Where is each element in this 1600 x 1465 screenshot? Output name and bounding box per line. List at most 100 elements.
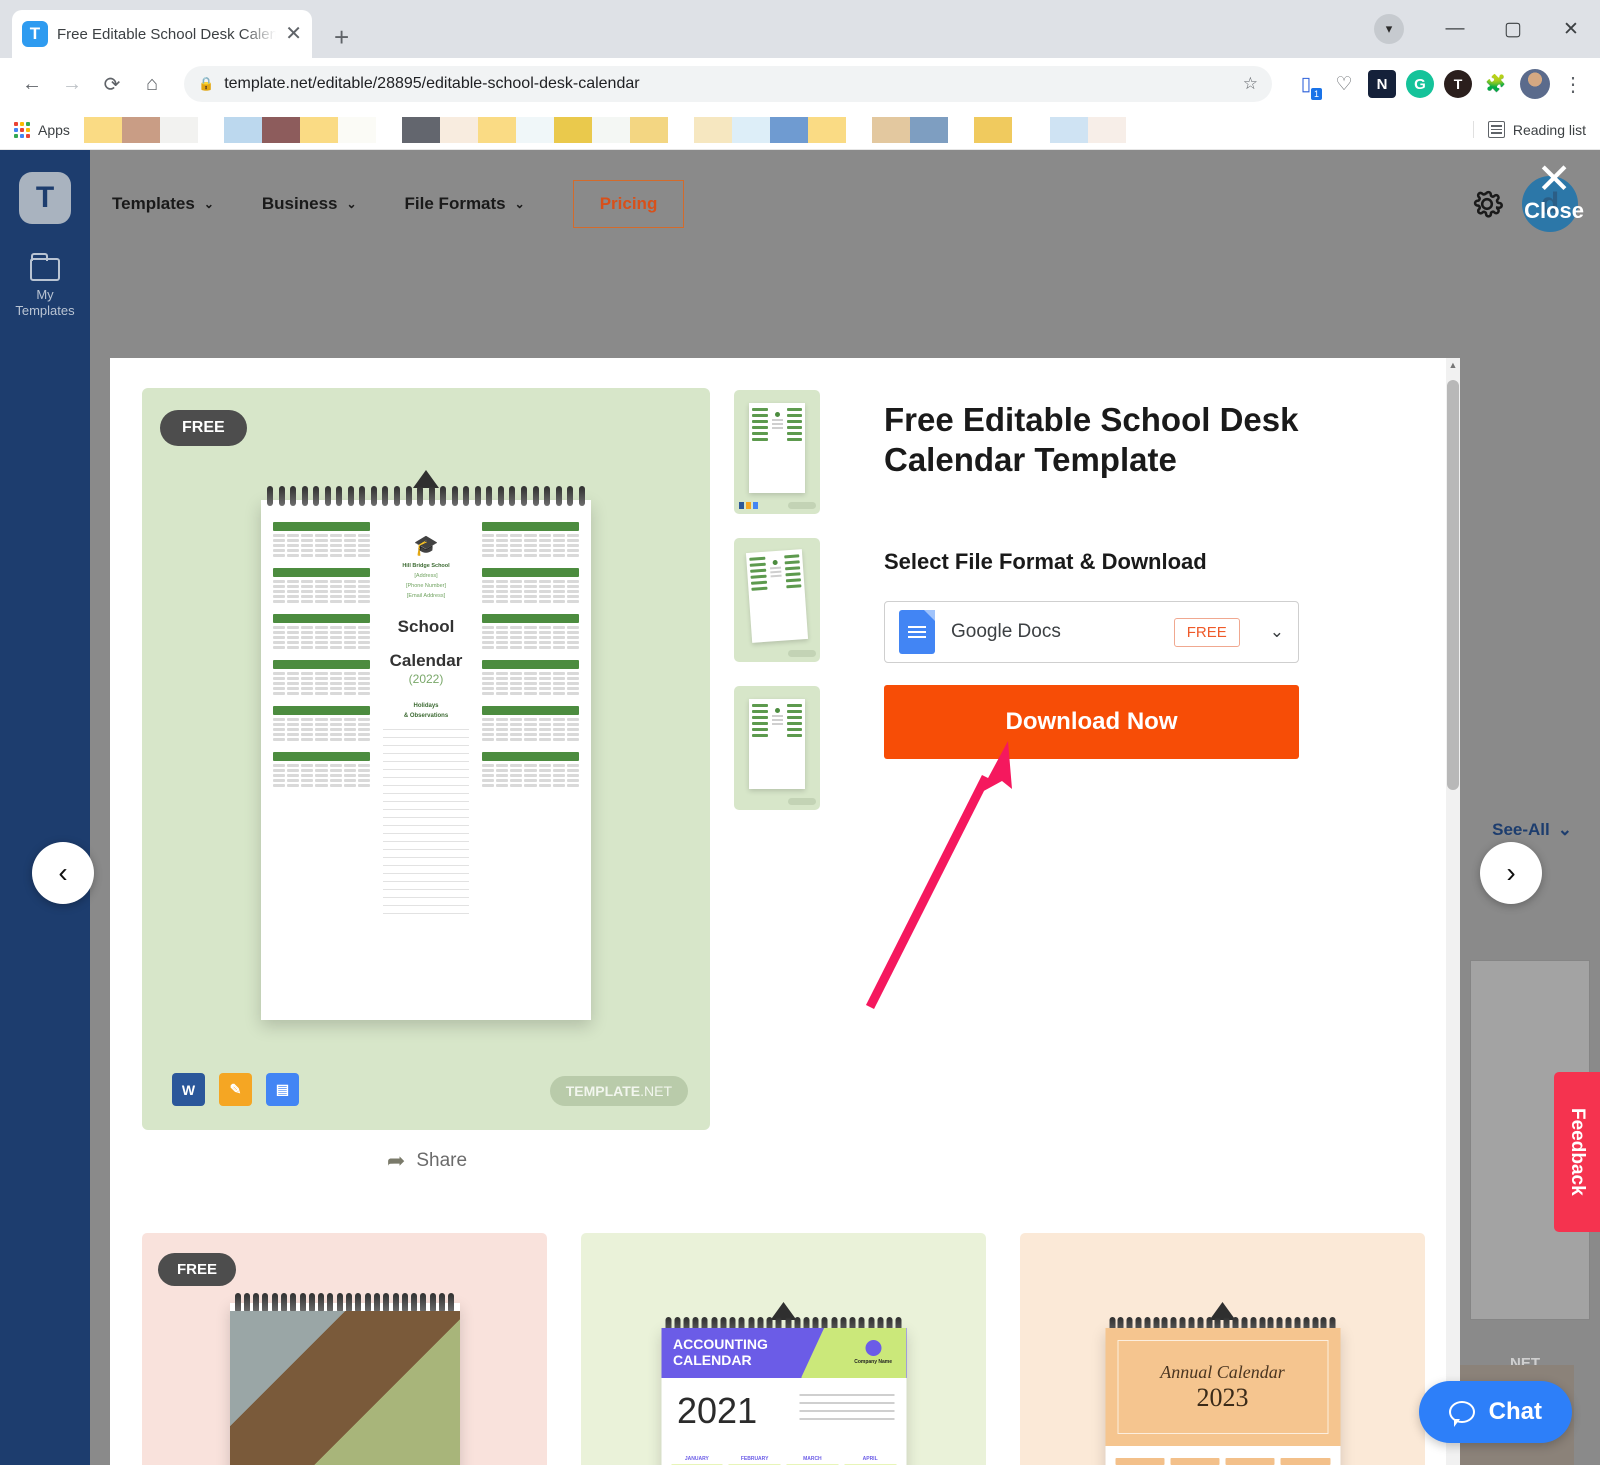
new-tab-icon[interactable]: + bbox=[334, 24, 349, 50]
thumbnail-watermark bbox=[788, 502, 816, 509]
nav-file-formats[interactable]: File Formats ⌄ bbox=[405, 194, 525, 214]
template-net-logo[interactable]: T bbox=[19, 172, 71, 224]
food-photo bbox=[229, 1311, 460, 1465]
window-controls: ▾ — ▢ ✕ bbox=[1374, 0, 1600, 58]
bookmark-star-icon[interactable]: ☆ bbox=[1243, 74, 1258, 94]
available-formats: W ✎ ▤ bbox=[172, 1073, 299, 1106]
maximize-icon[interactable]: ▢ bbox=[1484, 0, 1542, 58]
file-format-select[interactable]: Google Docs FREE ⌄ bbox=[884, 601, 1299, 664]
download-now-button[interactable]: Download Now bbox=[884, 685, 1299, 760]
thumbnail-1-front-view[interactable] bbox=[734, 390, 820, 514]
free-badge: FREE bbox=[158, 1253, 237, 1286]
thumbnail-2-angled-view[interactable] bbox=[734, 538, 820, 662]
close-tab-icon[interactable]: ✕ bbox=[285, 24, 302, 44]
holiday-ruled-lines bbox=[383, 729, 469, 921]
format-price-badge: FREE bbox=[1173, 617, 1240, 647]
month-row bbox=[1115, 1458, 1330, 1465]
apple-pages-icon[interactable]: ✎ bbox=[219, 1073, 252, 1106]
feedback-tab[interactable]: Feedback bbox=[1554, 1072, 1600, 1232]
address-bar[interactable]: 🔒 template.net/editable/28895/editable-s… bbox=[184, 66, 1272, 102]
bookmark-item[interactable] bbox=[401, 116, 668, 143]
notion-extension-icon[interactable]: N bbox=[1368, 70, 1396, 98]
select-format-heading: Select File Format & Download bbox=[884, 549, 1207, 575]
browser-toolbar: ← → ⟳ ⌂ 🔒 template.net/editable/28895/ed… bbox=[0, 58, 1600, 110]
reading-list-icon bbox=[1487, 121, 1505, 138]
share-button[interactable]: ➦ Share bbox=[142, 1148, 712, 1174]
apps-shortcut[interactable]: Apps bbox=[14, 121, 70, 138]
thumbnail-3-flat-view[interactable] bbox=[734, 686, 820, 810]
share-icon: ➦ bbox=[386, 1148, 406, 1173]
calendar-year: (2022) bbox=[408, 672, 444, 687]
calendar-title-line2: Calendar bbox=[389, 650, 463, 670]
forward-icon[interactable]: → bbox=[54, 66, 90, 102]
template-net-watermark: TEMPLATE.NET bbox=[549, 1076, 688, 1106]
template-preview-image[interactable]: FREE 🎓 Hill Bridge School [Address] [Pho… bbox=[142, 388, 710, 1130]
chat-label: Chat bbox=[1488, 1398, 1542, 1425]
ms-word-icon[interactable]: W bbox=[172, 1073, 205, 1106]
bookmark-item[interactable] bbox=[83, 116, 198, 143]
school-phone: [Phone Number] bbox=[405, 582, 447, 589]
home-icon[interactable]: ⌂ bbox=[134, 66, 170, 102]
see-all-dropdown[interactable]: See-All ⌄ bbox=[1492, 820, 1572, 840]
nav-business-label: Business bbox=[261, 194, 338, 213]
chevron-down-icon[interactable]: ▾ bbox=[1374, 14, 1404, 44]
related-food-business-calendar[interactable]: FREE 2020 BUSINESS bbox=[142, 1233, 547, 1465]
chevron-down-icon: ⌄ bbox=[514, 197, 525, 211]
related-templates: FREE 2020 BUSINESS bbox=[142, 1233, 1426, 1465]
tab-favicon: T bbox=[22, 21, 48, 47]
profile-avatar[interactable] bbox=[1520, 69, 1550, 99]
back-icon[interactable]: ← bbox=[14, 66, 50, 102]
chat-widget[interactable]: Chat bbox=[1418, 1381, 1572, 1443]
related-annual-calendar-2023[interactable]: Annual Calendar 2023 bbox=[1020, 1233, 1425, 1465]
related-accounting-calendar[interactable]: ACCOUNTING CALENDAR Company Name 2021 JAN… bbox=[581, 1233, 986, 1465]
bookmark-item[interactable] bbox=[223, 116, 376, 143]
sidebar-item-my-templates[interactable]: My Templates bbox=[15, 253, 75, 318]
bookmarks-bar: Apps Reading list bbox=[0, 110, 1600, 150]
close-window-icon[interactable]: ✕ bbox=[1542, 0, 1600, 58]
pricing-button[interactable]: Pricing bbox=[572, 180, 685, 228]
google-docs-icon[interactable]: ▤ bbox=[266, 1073, 299, 1106]
modal-scrollbar-thumb[interactable] bbox=[1447, 380, 1459, 790]
accounting-calendar-sheet: ACCOUNTING CALENDAR Company Name 2021 JAN… bbox=[661, 1302, 906, 1465]
gear-icon[interactable] bbox=[1470, 187, 1504, 221]
close-modal-button[interactable]: ✕ Close bbox=[1524, 155, 1584, 224]
month-label: APRIL bbox=[862, 1456, 878, 1462]
reload-icon[interactable]: ⟳ bbox=[94, 66, 130, 102]
nav-business[interactable]: Business ⌄ bbox=[262, 194, 357, 214]
carousel-prev-button[interactable]: ‹ bbox=[32, 842, 94, 904]
nav-templates[interactable]: Templates ⌄ bbox=[112, 194, 214, 214]
tab-title: Free Editable School Desk Calend bbox=[57, 25, 277, 43]
puzzle-extensions-icon[interactable]: 🧩 bbox=[1482, 70, 1510, 98]
bookmark-item[interactable] bbox=[871, 116, 948, 143]
scroll-up-icon[interactable]: ▲ bbox=[1447, 360, 1459, 370]
calendar-year: 2021 bbox=[677, 1390, 758, 1431]
spiral-binding bbox=[267, 486, 585, 506]
selected-format-label: Google Docs bbox=[951, 621, 1061, 643]
food-calendar-sheet: 2020 BUSINESS bbox=[229, 1293, 460, 1465]
share-label: Share bbox=[416, 1150, 468, 1171]
extension-icons: ▯ 1 ♡ N G T 🧩 ⋮ bbox=[1286, 69, 1586, 101]
see-all-label: See-All bbox=[1492, 820, 1550, 839]
browser-tab[interactable]: T Free Editable School Desk Calend ✕ bbox=[12, 10, 312, 58]
bookmark-item[interactable] bbox=[973, 116, 1126, 143]
reading-list-button[interactable]: Reading list bbox=[1472, 121, 1586, 138]
carousel-next-button[interactable]: › bbox=[1480, 842, 1542, 904]
left-sidebar: T My Templates bbox=[0, 150, 90, 1465]
page-title: Free Editable School Desk Calendar Templ… bbox=[884, 401, 1299, 478]
minimize-icon[interactable]: — bbox=[1426, 0, 1484, 58]
pocket-clip-extension-icon[interactable]: ▯ 1 bbox=[1292, 70, 1323, 101]
grammarly-extension-icon[interactable]: G bbox=[1406, 70, 1434, 98]
pocket-extension-icon[interactable]: ♡ bbox=[1330, 70, 1358, 98]
contact-lines bbox=[799, 1394, 894, 1426]
apps-label: Apps bbox=[38, 121, 70, 138]
calendar-months-right bbox=[482, 522, 579, 1010]
page-viewport: T My Templates Templates ⌄ Business ⌄ Fi… bbox=[0, 150, 1600, 1465]
bookmark-item[interactable] bbox=[693, 116, 846, 143]
folder-icon bbox=[30, 253, 60, 281]
browser-menu-icon[interactable]: ⋮ bbox=[1560, 72, 1586, 97]
format-dots bbox=[739, 502, 758, 509]
preview-pane: FREE 🎓 Hill Bridge School [Address] [Pho… bbox=[142, 388, 712, 1174]
free-badge: FREE bbox=[160, 410, 247, 446]
close-icon: ✕ bbox=[1536, 155, 1572, 202]
todoist-extension-icon[interactable]: T bbox=[1444, 70, 1472, 98]
